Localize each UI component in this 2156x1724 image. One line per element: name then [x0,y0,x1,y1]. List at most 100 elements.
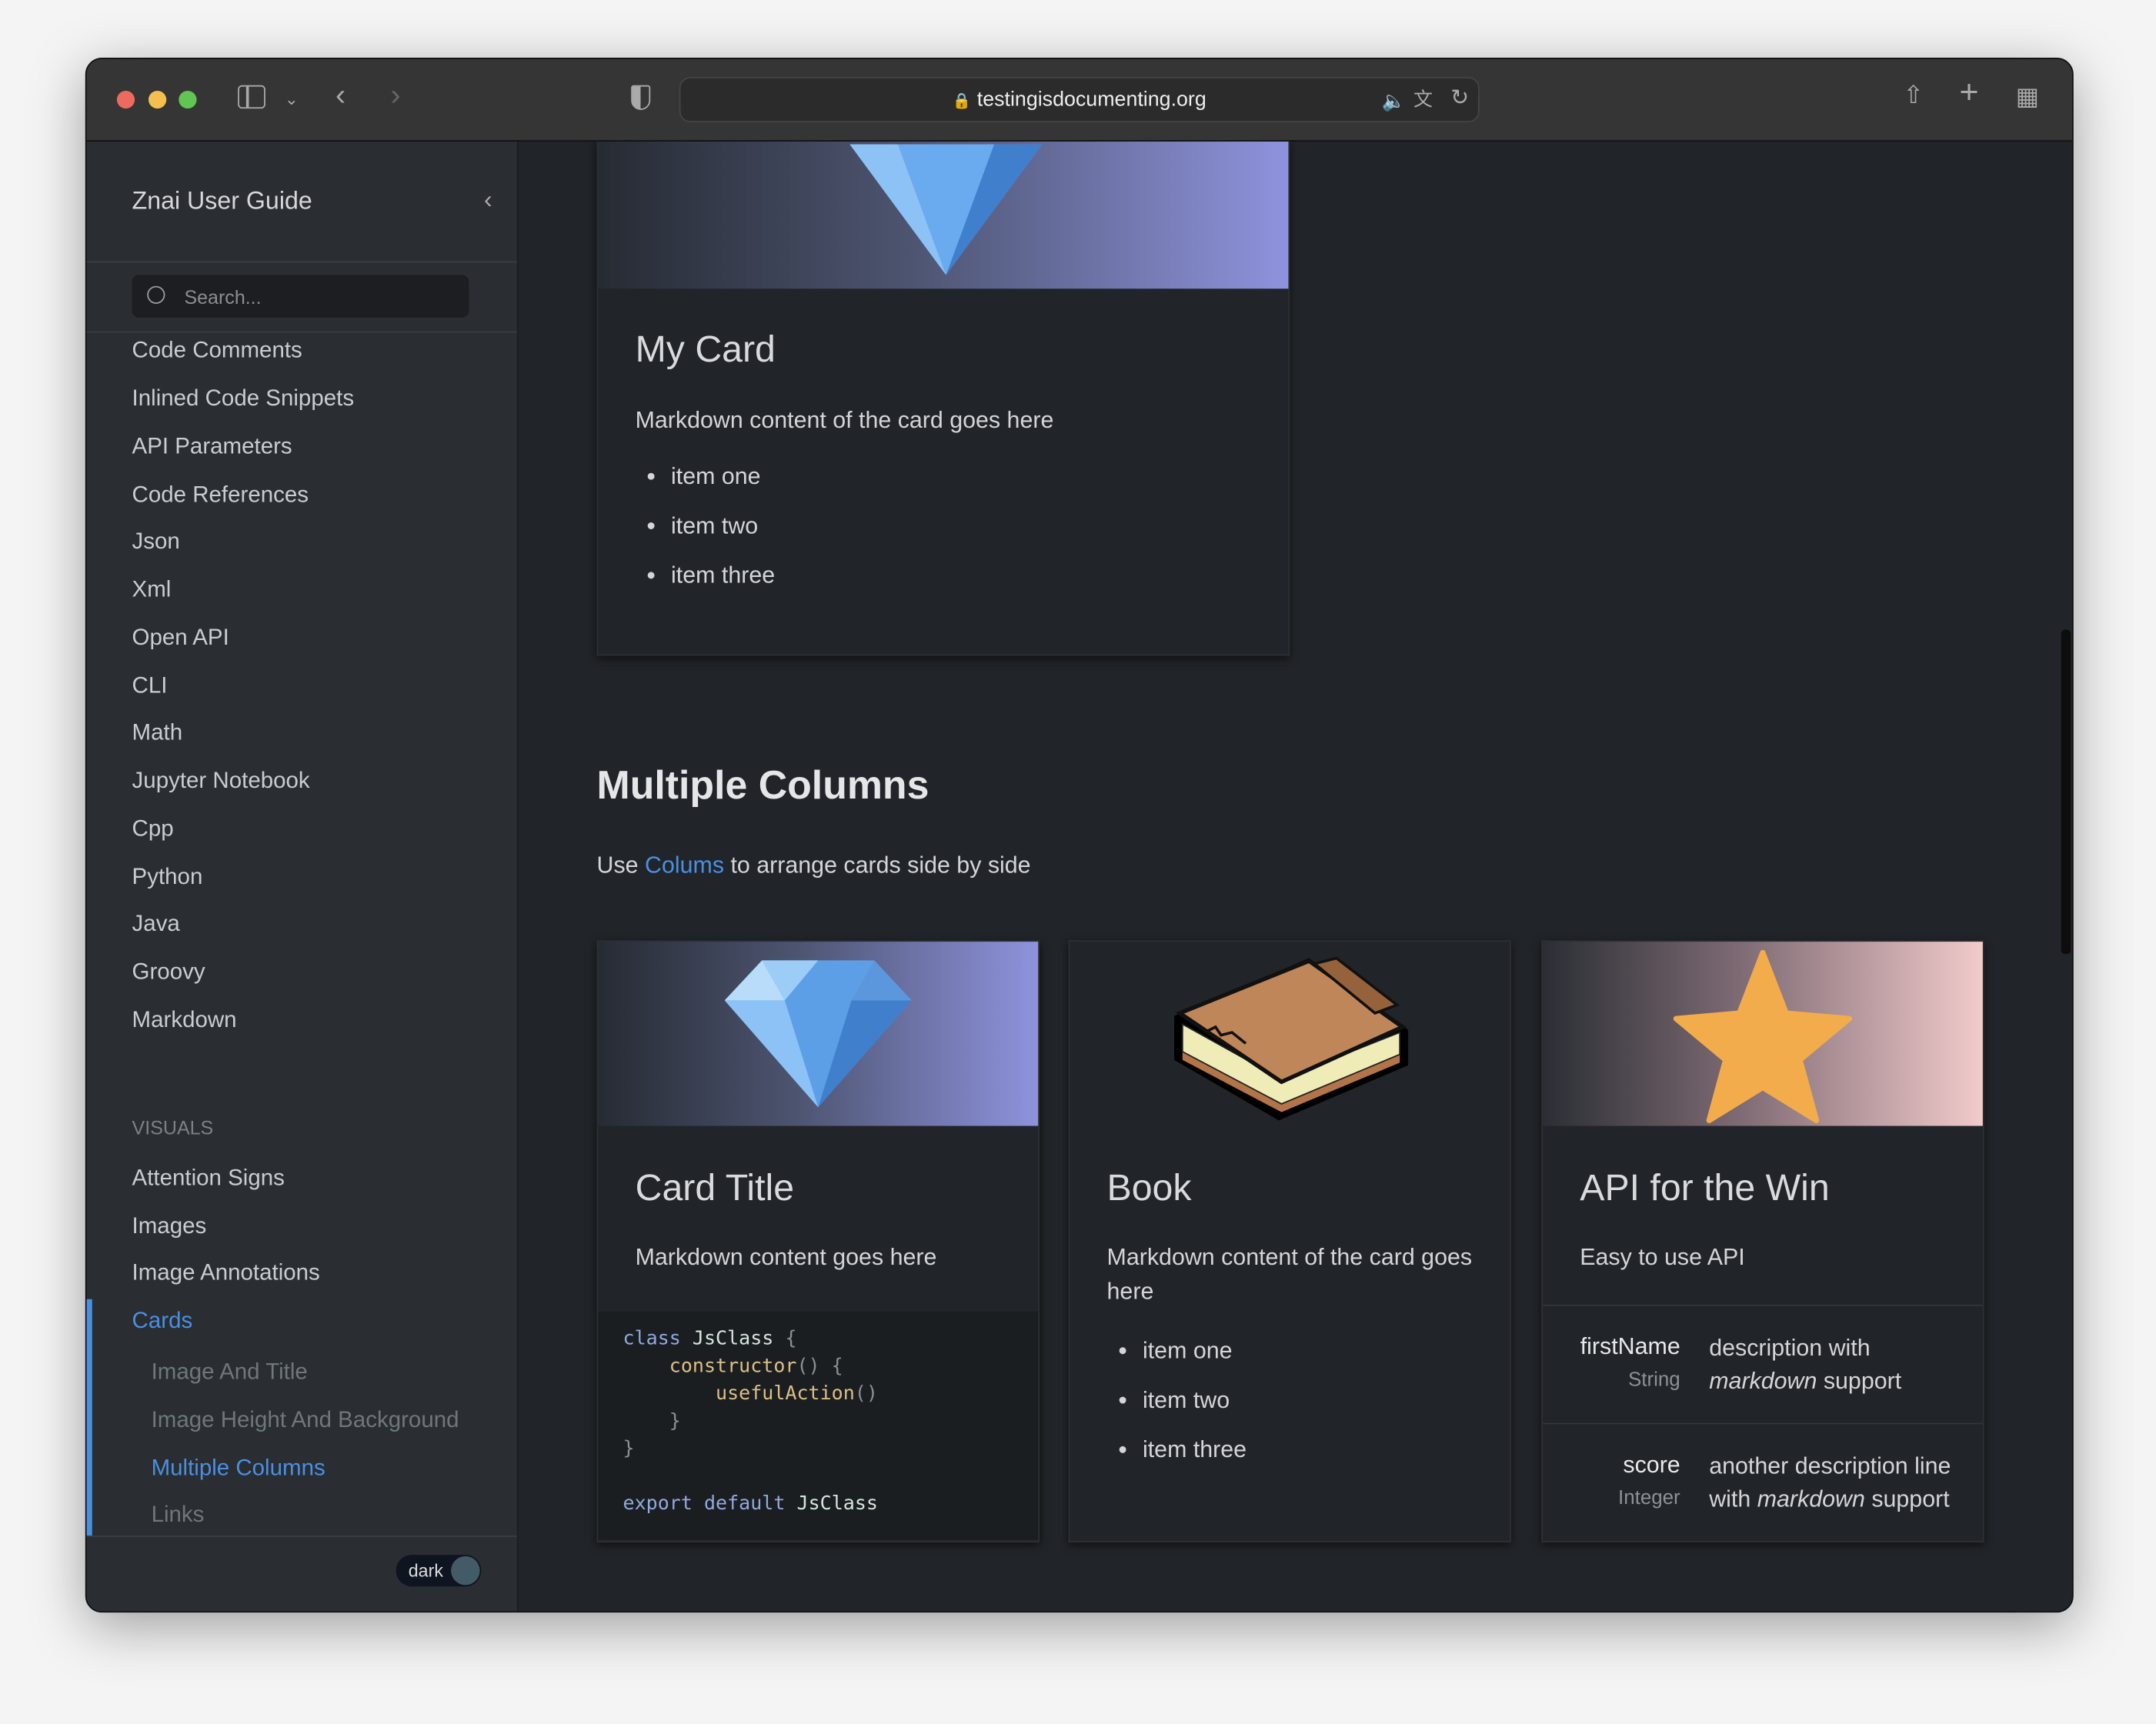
active-indicator [86,1299,92,1536]
param-type: Integer [1618,1487,1680,1510]
maximize-window-button[interactable] [179,90,197,109]
reload-icon[interactable]: ↻ [1450,85,1469,113]
speaker-icon[interactable]: 🔈 [1382,87,1406,115]
sidebar-item[interactable]: Python [132,865,203,891]
param-description: another description line with markdown s… [1709,1450,1981,1516]
shield-icon[interactable] [631,85,651,110]
intro-text: Use [596,852,639,879]
minimize-window-button[interactable] [148,90,167,109]
api-param-row: score Integer another description line w… [1543,1422,1983,1542]
card-title: API for the Win [1580,1167,1830,1209]
sidebar-item[interactable]: Code Comments [132,338,302,365]
card-image [1543,942,1983,1126]
code-token: { [785,1328,797,1350]
sidebar-item[interactable]: Xml [132,578,172,604]
sidebar-item[interactable]: Jupyter Notebook [132,769,310,795]
card-text: Easy to use API [1580,1244,1745,1271]
intro-text: to arrange cards side by side [730,852,1031,879]
code-token: } [622,1438,635,1460]
card-title: My Card [635,328,776,370]
card-text: Markdown content goes here [635,1244,937,1271]
sidebar-section-visuals: VISUALS [132,1116,214,1139]
card-card-title: Card Title Markdown content goes here cl… [596,940,1040,1543]
sidebar-subitem[interactable]: Image Height And Background [152,1408,459,1434]
sidebar-subitem-active[interactable]: Multiple Columns [152,1456,325,1482]
sidebar-item[interactable]: Inlined Code Snippets [132,386,355,412]
sidebar-item[interactable]: Json [132,529,180,555]
sidebar-item[interactable]: Code References [132,482,309,509]
sidebar-item[interactable]: CLI [132,674,168,700]
desc-text: description with [1709,1335,1871,1362]
list-item: item three [671,559,775,609]
diamond-icon [724,960,912,1108]
close-window-button[interactable] [116,90,135,109]
book-icon [1174,956,1408,1121]
code-token: constructor [669,1355,797,1378]
lock-icon: 🔒 [952,93,972,110]
sidebar-item[interactable]: Math [132,720,183,746]
star-icon [1673,949,1853,1123]
param-description: description with markdown support [1709,1332,1971,1399]
section-heading: Multiple Columns [596,764,929,809]
sidebar-subitem[interactable]: Links [152,1502,205,1529]
code-token: class [622,1328,681,1350]
sidebar-subitem[interactable]: Image And Title [152,1359,308,1386]
back-icon[interactable]: ‹ [335,79,345,109]
list-item: item two [1143,1385,1247,1434]
api-param-row: firstName String description with markdo… [1543,1304,1983,1423]
scrollbar[interactable] [2061,629,2071,955]
sidebar-icon[interactable] [238,85,265,109]
chevron-down-icon[interactable]: ⌄ [285,85,299,113]
new-tab-icon[interactable]: + [1959,76,1978,109]
colums-link[interactable]: Colums [645,852,724,879]
address-bar[interactable]: 🔒 testingisdocumenting.org 🔈 文 ↻ [679,77,1480,123]
search-input[interactable]: Search... [132,275,469,318]
sidebar-item[interactable]: Images [132,1214,207,1240]
code-snippet: class JsClass { constructor() { usefulAc… [598,1311,1039,1540]
card-api: API for the Win Easy to use API firstNam… [1541,940,1984,1543]
share-icon[interactable]: ⇧ [1903,81,1924,108]
sidebar-item[interactable]: Markdown [132,1008,237,1034]
list-item: item three [1143,1434,1247,1483]
translate-icon[interactable]: 文 [1413,85,1433,113]
sidebar-item-cards[interactable]: Cards [132,1309,193,1335]
sidebar-title[interactable]: Znai User Guide [132,187,312,216]
sidebar-item[interactable]: Java [132,912,180,938]
code-token: JsClass [796,1492,878,1516]
url-text: testingisdocumenting.org [976,88,1206,112]
sidebar-item[interactable]: Groovy [132,959,205,985]
card-text: Markdown content of the card goes here [635,406,1054,433]
main-content: My Card Markdown content of the card goe… [518,142,2073,1612]
desc-text: support [1823,1368,1902,1395]
divider [86,331,517,333]
card-image [598,142,1289,289]
desc-emphasis: markdown [1709,1368,1817,1395]
code-token: export [622,1492,693,1516]
desc-text: support [1871,1486,1950,1512]
diamond-icon [849,144,1043,275]
tab-overview-icon[interactable]: ▦ [2016,82,2039,110]
theme-toggle[interactable]: dark [395,1555,482,1587]
list-item: item two [671,510,775,559]
code-token: default [703,1492,786,1516]
code-token: () { [796,1355,843,1378]
collapse-sidebar-icon[interactable]: ‹ [484,185,492,215]
toggle-knob [451,1556,480,1586]
divider [86,1536,517,1537]
card-title: Book [1106,1167,1192,1209]
sidebar-item[interactable]: Open API [132,625,229,652]
sidebar-item[interactable]: API Parameters [132,435,292,461]
sidebar-item[interactable]: Cpp [132,816,174,842]
card-image [1070,942,1510,1125]
intro-paragraph: Use Colums to arrange cards side by side [597,852,1031,880]
list-item: item one [1143,1335,1247,1384]
card-title: Card Title [635,1167,795,1209]
sidebar: Znai User Guide ‹ Search... Code Comment… [86,142,519,1612]
forward-icon[interactable]: › [391,79,401,109]
list-item: item one [671,461,775,510]
sidebar-item[interactable]: Image Annotations [132,1261,320,1287]
sidebar-item[interactable]: Attention Signs [132,1165,285,1192]
search-placeholder: Search... [184,285,262,308]
param-type: String [1628,1369,1680,1392]
code-token: () [854,1382,878,1406]
